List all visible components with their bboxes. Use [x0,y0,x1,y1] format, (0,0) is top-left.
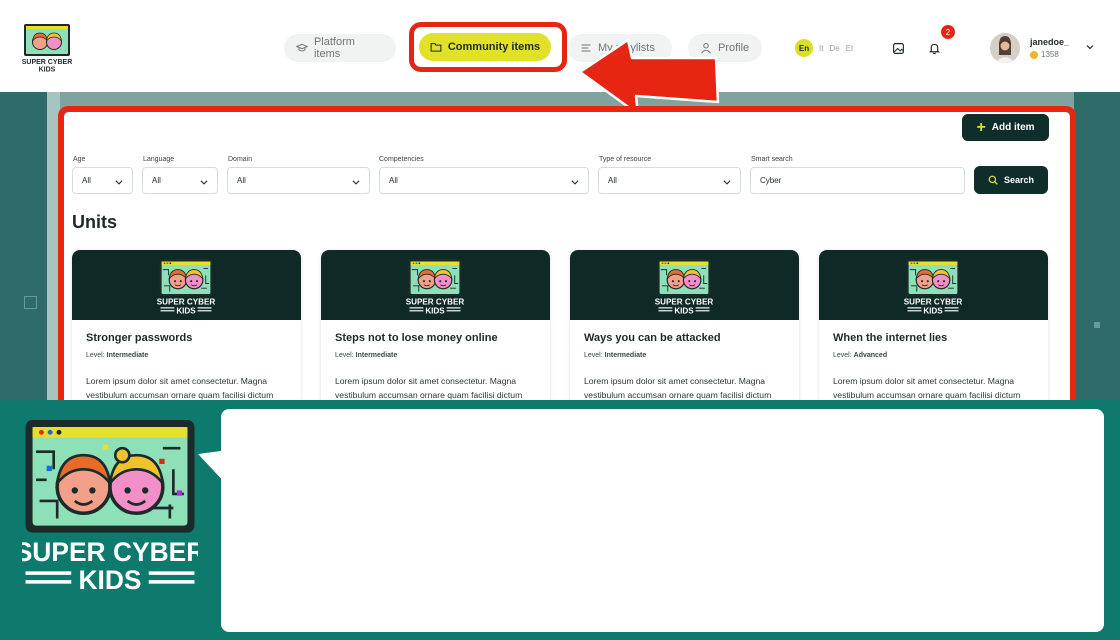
card-description: Lorem ipsum dolor sit amet consectetur. … [86,376,274,400]
add-item-label: Add item [991,122,1035,133]
right-backdrop [1074,92,1120,402]
filter-competencies-select[interactable]: All [379,167,589,194]
super-cyber-kids-logo[interactable]: SUPER CYBER KIDS [22,22,72,74]
annotation-arrow [578,38,720,114]
graduation-cap-icon [296,43,308,52]
card-level: Level: Advanced [833,352,888,359]
search-button-label: Search [1003,175,1035,185]
card-thumbnail [321,250,550,320]
card-description: Lorem ipsum dolor sit amet consectetur. … [335,376,523,400]
card-level: Level: Intermediate [584,352,647,359]
unit-card[interactable]: When the internet lies Level: Advanced L… [819,250,1048,410]
super-cyber-kids-logo [904,258,962,316]
card-level: Level: Intermediate [335,352,398,359]
super-cyber-kids-logo [655,258,713,316]
left-backdrop [0,92,47,402]
notification-count-badge: 2 [941,25,955,39]
username: janedoe_ [1030,37,1070,47]
card-thumbnail [570,250,799,320]
chevron-down-icon [571,180,579,185]
user-points: 1358 [1030,50,1059,59]
nav-platform-items[interactable]: Platform items [284,34,396,62]
filter-age-value: All [82,176,91,185]
nav-platform-items-label: Platform items [313,36,355,60]
language-et[interactable]: Et [846,44,854,53]
unit-card[interactable]: Ways you can be attacked Level: Intermed… [570,250,799,410]
plus-icon: + [976,118,986,136]
gallery-icon [892,42,904,54]
brand-line-2: KIDS [78,565,141,595]
card-title: Stronger passwords [86,332,193,344]
speech-bubble [221,409,1104,632]
card-title: Steps not to lose money online [335,332,498,344]
language-en[interactable]: En [795,39,813,57]
nav-community-items-label: Community items [447,41,541,53]
folder-icon [430,43,442,52]
unit-card[interactable]: Stronger passwords Level: Intermediate L… [72,250,301,410]
chevron-down-icon[interactable] [1084,41,1096,53]
top-navigation-bar: SUPER CYBER KIDS Platform items My playl… [0,0,1120,92]
language-it[interactable]: It [819,44,823,53]
filter-domain-select[interactable]: All [227,167,370,194]
chevron-down-icon [352,180,360,185]
filter-age-label: Age [73,156,86,163]
nav-community-items[interactable]: Community items [419,33,551,61]
bell-icon [928,43,940,54]
backdrop-dot [1094,322,1100,328]
super-cyber-kids-logo [157,258,215,316]
nav-profile-label: Profile [718,42,750,54]
filter-type-label: Type of resource [599,156,652,163]
gallery-button[interactable] [888,38,908,58]
units-heading: Units [72,212,117,232]
card-level: Level: Intermediate [86,352,149,359]
unit-card[interactable]: Steps not to lose money online Level: In… [321,250,550,410]
card-description: Lorem ipsum dolor sit amet consectetur. … [584,376,772,400]
card-level-value: Intermediate [604,352,647,359]
brand-line-1: SUPER CYBER [22,537,198,567]
chevron-down-icon [200,180,208,185]
filter-type-value: All [608,176,617,185]
filter-competencies-value: All [389,176,398,185]
user-avatar[interactable] [990,33,1020,63]
add-item-button[interactable]: + Add item [962,114,1049,141]
filter-domain-label: Domain [228,156,253,163]
card-thumbnail [819,250,1048,320]
card-title: When the internet lies [833,332,948,344]
smart-search-input[interactable]: Cyber [750,167,965,194]
filter-competencies-label: Competencies [379,156,424,163]
filter-type-select[interactable]: All [598,167,741,194]
card-description: Lorem ipsum dolor sit amet consectetur. … [833,376,1021,400]
card-level-value: Advanced [853,352,888,359]
card-thumbnail [72,250,301,320]
chevron-down-icon [723,180,731,185]
language-switcher: En It De Et [795,39,853,57]
filter-age-select[interactable]: All [72,167,133,194]
card-level-value: Intermediate [355,352,398,359]
svg-text:KIDS: KIDS [39,67,56,74]
backdrop-checkbox [24,296,37,309]
filter-language-select[interactable]: All [142,167,218,194]
filter-language-value: All [152,176,161,185]
language-de[interactable]: De [829,44,839,53]
search-icon [988,175,998,185]
filter-language-label: Language [143,156,175,163]
smart-search-value: Cyber [760,176,782,185]
super-cyber-kids-logo [406,258,464,316]
coin-icon [1030,50,1038,59]
svg-text:SUPER CYBER: SUPER CYBER [22,59,72,66]
search-button[interactable]: Search [974,166,1048,194]
smart-search-label: Smart search [751,156,793,163]
chevron-down-icon [115,180,123,185]
points-value: 1358 [1041,50,1059,59]
card-title: Ways you can be attacked [584,332,721,344]
filter-domain-value: All [237,176,246,185]
super-cyber-kids-mascot-logo: SUPER CYBER KIDS [22,420,198,595]
notifications-button[interactable] [924,38,944,58]
card-level-value: Intermediate [106,352,149,359]
